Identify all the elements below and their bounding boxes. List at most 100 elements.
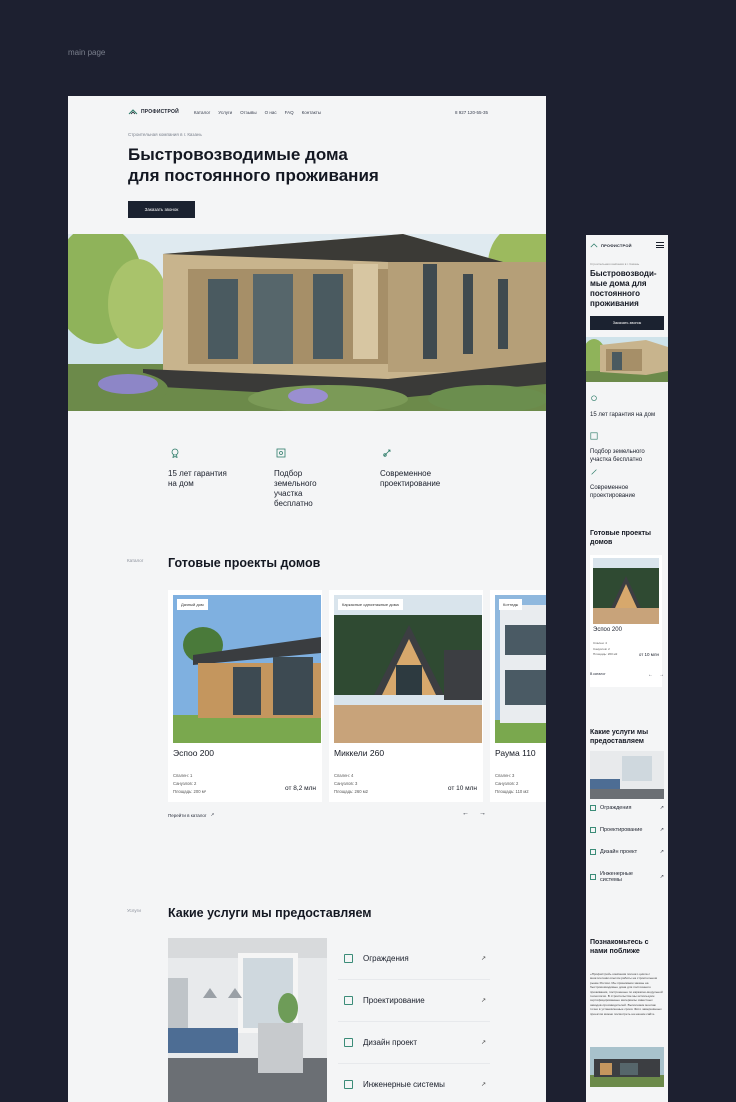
project-tag: Каркасные одноэтажные дома — [338, 599, 403, 610]
feature-plot-line2: участка бесплатно — [274, 489, 313, 508]
project-card-espoo[interactable]: Дачный дом Эспоо 200 Спален: 1 Санузлов:… — [168, 590, 322, 802]
logo[interactable]: ПРОФИСТРОЙ — [128, 109, 179, 115]
mobile-carousel-prev-button[interactable]: ← — [648, 672, 653, 678]
mobile-hero-image — [586, 337, 668, 382]
interior-icon — [344, 1038, 353, 1047]
engineering-icon — [590, 874, 596, 880]
menu-item-faq[interactable]: FAQ — [285, 110, 294, 115]
menu-item-reviews[interactable]: Отзывы — [240, 110, 256, 115]
service-interior[interactable]: Дизайн проект ↗ — [338, 1022, 490, 1064]
feature-plot-line1: Подбор земельного — [274, 469, 317, 488]
mobile-service-interior[interactable]: Дизайн проект ↗ — [590, 849, 664, 855]
mobile-logo-text: ПРОФИСТРОЙ — [601, 242, 632, 248]
fence-icon — [590, 805, 596, 811]
services-side-label: Услуги — [127, 908, 141, 913]
mobile-project-image — [593, 558, 659, 624]
service-interior-label: Дизайн проект — [363, 1038, 418, 1047]
mobile-feature-warranty-text: 15 лет гарантия на дом — [590, 412, 656, 418]
services-interior-image — [168, 938, 327, 1102]
mobile-hero-title: Быстровозводи-мые дома для постоянного п… — [590, 269, 657, 308]
project-price: от 8,2 млн — [285, 785, 316, 792]
arrow-up-right-icon: ↗ — [480, 1040, 486, 1046]
feature-design-line2: проектирование — [380, 479, 441, 488]
mobile-services-title: Какие услуги мы предоставляем — [590, 729, 649, 745]
page-label: main page — [68, 48, 106, 57]
mobile-project-specs: Спален: 4 Санузлов: 2 Площадь: 260 м2 — [593, 641, 617, 658]
service-design-label: Проектирование — [363, 996, 425, 1005]
mobile-project-card[interactable]: Эспоо 200 Спален: 4 Санузлов: 2 Площадь:… — [590, 555, 662, 687]
design-pen-icon — [591, 469, 597, 475]
project-price: от 10 млн — [447, 785, 477, 792]
project-bathrooms: Санузлов: 2 — [173, 781, 197, 786]
project-bedrooms: Спален: 3 — [495, 773, 515, 778]
burger-menu-icon[interactable] — [656, 242, 664, 248]
mobile-feature-design-text: Современное проектирование — [590, 485, 636, 499]
phone-link[interactable]: 8 927 120-55-35 — [455, 110, 488, 115]
mobile-order-call-button[interactable]: Заказать звонок — [590, 316, 664, 330]
interior-icon — [590, 849, 596, 855]
arrow-up-right-icon: ↗ — [480, 998, 486, 1004]
mobile-services-image — [590, 751, 664, 799]
project-image-rauma — [495, 595, 546, 743]
carousel-arrows: ← → — [462, 810, 486, 817]
mobile-service-design[interactable]: Проектирование ↗ — [590, 827, 664, 833]
feature-design-line1: Современное — [380, 469, 432, 478]
service-fences-label: Ограждения — [363, 954, 409, 963]
mobile-project-price: от 10 млн — [638, 652, 659, 657]
mobile-service-fences[interactable]: Ограждения ↗ — [590, 805, 664, 811]
desktop-mockup: ПРОФИСТРОЙ Каталог Услуги Отзывы О нас F… — [68, 96, 546, 1102]
service-fences[interactable]: Ограждения ↗ — [338, 938, 490, 980]
project-image-espoo — [173, 595, 321, 743]
project-bedrooms: Спален: 4 — [334, 773, 354, 778]
arrow-up-right-icon: ↗ — [480, 956, 486, 962]
project-card-rauma[interactable]: Коттедж Раума 110 Спален: 3 Санузлов: 2 … — [490, 590, 546, 802]
mobile-service-interior-label: Дизайн проект — [600, 849, 638, 855]
mobile-service-engineering[interactable]: Инженерные системы ↗ — [590, 871, 664, 883]
mobile-carousel-next-button[interactable]: → — [659, 672, 664, 678]
feature-design: Современное проектирование — [380, 448, 448, 509]
mobile-about-title: Познакомьтесь с нами поближе — [590, 939, 649, 955]
menu-item-about[interactable]: О нас — [265, 110, 277, 115]
arrow-up-right-icon: ↗ — [659, 849, 664, 855]
logo-text: ПРОФИСТРОЙ — [141, 109, 179, 115]
menu-item-services[interactable]: Услуги — [218, 110, 232, 115]
mobile-catalog-link[interactable]: В каталог — [590, 672, 606, 678]
arrow-up-right-icon: ↗ — [480, 1082, 486, 1088]
project-name: Раума 110 — [495, 748, 536, 758]
project-card-mikkeli[interactable]: Каркасные одноэтажные дома Миккели 260 С… — [329, 590, 483, 802]
mobile-service-design-label: Проектирование — [600, 827, 643, 833]
project-image-mikkeli — [334, 595, 482, 743]
menu-item-catalog[interactable]: Каталог — [194, 110, 210, 115]
mobile-logo[interactable]: ПРОФИСТРОЙ — [590, 243, 632, 248]
project-tag: Дачный дом — [177, 599, 208, 610]
catalog-link-text: Перейти в каталог — [168, 812, 207, 818]
services-list: Ограждения ↗ Проектирование ↗ Дизайн проек… — [338, 938, 490, 1102]
mobile-catalog-title: Готовые проекты домов — [590, 530, 652, 546]
feature-plot: Подбор земельного участка бесплатно — [274, 448, 342, 509]
catalog-link[interactable]: Перейти в каталог ↗ — [168, 812, 214, 818]
mobile-service-fences-label: Ограждения — [600, 805, 632, 811]
feature-warranty: 15 лет гарантия на дом — [168, 448, 236, 509]
blueprint-icon — [590, 827, 596, 833]
house-logo-icon — [128, 109, 138, 115]
main-menu: Каталог Услуги Отзывы О нас FAQ Контакты — [194, 110, 321, 115]
mobile-nav: ПРОФИСТРОЙ — [590, 240, 664, 250]
mobile-project-area: Площадь: 260 м2 — [593, 652, 618, 656]
project-tag: Коттедж — [499, 599, 523, 610]
features-row: 15 лет гарантия на дом Подбор земельного у… — [168, 448, 448, 509]
catalog-cards: Дачный дом Эспоо 200 Спален: 1 Санузлов:… — [168, 590, 546, 802]
engineering-icon — [344, 1080, 353, 1089]
mobile-feature-design: Современное проектирование — [590, 466, 664, 500]
award-icon — [591, 395, 597, 401]
service-design[interactable]: Проектирование ↗ — [338, 980, 490, 1022]
service-engineering[interactable]: Инженерные системы ↗ — [338, 1064, 490, 1102]
mobile-carousel-arrows: ← → — [648, 672, 664, 678]
feature-warranty-line2: на дом — [168, 479, 194, 488]
carousel-next-button[interactable]: → — [479, 810, 486, 817]
carousel-prev-button[interactable]: ← — [462, 810, 469, 817]
menu-item-contacts[interactable]: Контакты — [302, 110, 321, 115]
arrow-up-right-icon: ↗ — [659, 805, 664, 811]
project-bathrooms: Санузлов: 3 — [334, 781, 358, 786]
mobile-mockup: ПРОФИСТРОЙ Строительная компания в г. Ка… — [586, 235, 668, 1102]
order-call-button[interactable]: Заказать звонок — [128, 201, 195, 218]
